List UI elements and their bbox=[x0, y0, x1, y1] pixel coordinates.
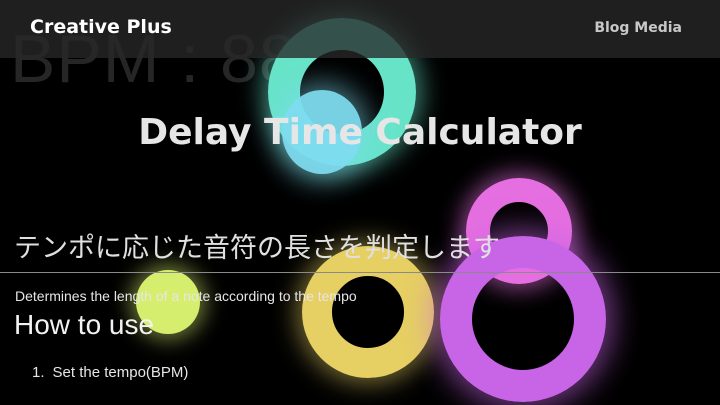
section-divider bbox=[0, 272, 720, 273]
step-text: Set the tempo(BPM) bbox=[52, 364, 189, 381]
site-header: Creative Plus Blog Media bbox=[0, 0, 720, 58]
brand-logo[interactable]: Creative Plus bbox=[30, 16, 172, 38]
how-to-use-steps: 1. Set the tempo(BPM) bbox=[32, 364, 188, 381]
page-subtitle-japanese: テンポに応じた音符の長さを判定します bbox=[14, 233, 500, 264]
yellow-ring-decoration bbox=[302, 246, 434, 378]
page-canvas: BPM : 88 Creative Plus Blog Media Delay … bbox=[0, 0, 720, 405]
page-description: Determines the length of a note accordin… bbox=[15, 288, 357, 304]
step-item: 1. Set the tempo(BPM) bbox=[32, 364, 188, 381]
page-title: Delay Time Calculator bbox=[138, 112, 582, 153]
nav-link-blog-media[interactable]: Blog Media bbox=[594, 20, 682, 36]
how-to-use-heading: How to use bbox=[14, 309, 155, 340]
step-number: 1. bbox=[32, 364, 45, 381]
